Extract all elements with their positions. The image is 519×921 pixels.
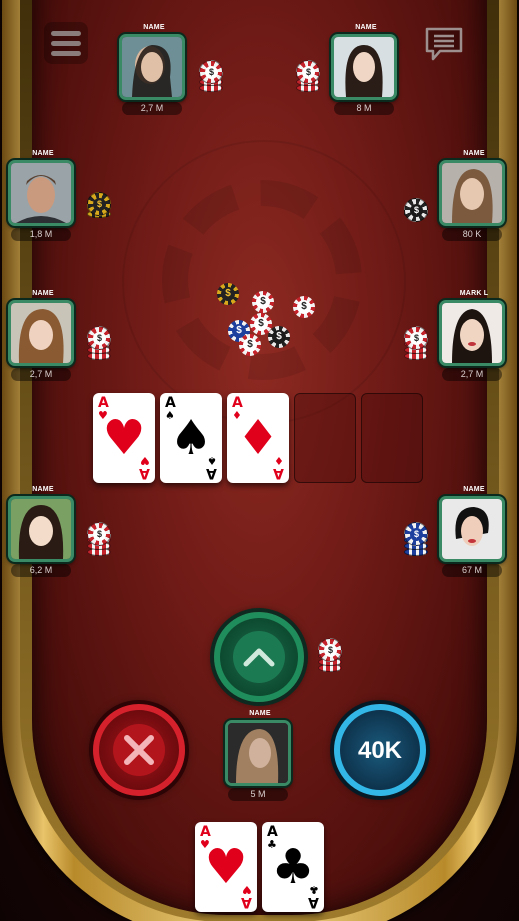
my-name: NAME [249, 710, 271, 717]
poker-table-screen: NAME 2,7 M NAME 8 M NAME 1,8 M NAME 80 K… [0, 0, 519, 921]
player-balance: 8 M [334, 102, 394, 115]
player-bet-chips [404, 324, 428, 364]
hole-card-2[interactable]: A ♣ ♣ ♣ A [262, 822, 324, 912]
player-avatar[interactable] [439, 300, 505, 366]
player-name: NAME [32, 486, 54, 493]
player-balance: 2,7 M [122, 102, 182, 115]
empty-card-slot-turn [294, 393, 356, 483]
player-avatar[interactable] [331, 34, 397, 100]
player-balance: 1,8 M [11, 228, 71, 241]
raise-button[interactable] [214, 612, 304, 702]
player-avatar[interactable] [119, 34, 185, 100]
player-bet-chips [87, 190, 111, 230]
player-balance: 2,7 M [442, 368, 502, 381]
empty-card-slot-river [361, 393, 423, 483]
bet-amount-label: 40K [357, 737, 403, 764]
player-avatar[interactable] [8, 160, 74, 226]
hole-card-1[interactable]: A ♥ ♥ ♥ A [195, 822, 257, 912]
player-name: MARK L [459, 290, 489, 297]
player-balance: 80 K [442, 228, 502, 241]
community-card-2: A ♠ ♠ ♠ A [160, 393, 222, 483]
player-bet-chips [199, 60, 223, 100]
player-name: NAME [32, 150, 54, 157]
player-name: NAME [143, 24, 165, 31]
player-bet-chips [404, 520, 428, 560]
player-avatar[interactable] [8, 496, 74, 562]
player-avatar[interactable] [8, 300, 74, 366]
player-balance: 67 M [442, 564, 502, 577]
player-name: NAME [463, 486, 485, 493]
my-bet-chips [318, 636, 342, 676]
player-name: NAME [463, 150, 485, 157]
player-name: NAME [355, 24, 377, 31]
player-balance: 6,2 M [11, 564, 71, 577]
close-x-icon [113, 724, 165, 776]
bet-amount-button[interactable]: 40K [334, 704, 426, 796]
fold-button[interactable] [93, 704, 185, 796]
hamburger-menu-icon[interactable] [44, 22, 88, 64]
player-bet-chips [296, 60, 320, 100]
community-card-3: A ♦ ♦ ♦ A [227, 393, 289, 483]
chevron-up-icon [233, 631, 285, 683]
my-balance: 5 M [228, 788, 288, 801]
my-avatar[interactable] [225, 720, 291, 786]
player-avatar[interactable] [439, 160, 505, 226]
player-bet-chips [87, 324, 111, 364]
player-balance: 2,7 M [11, 368, 71, 381]
community-card-1: A ♥ ♥ ♥ A [93, 393, 155, 483]
player-bet-chips [87, 520, 111, 560]
player-name: NAME [32, 290, 54, 297]
player-avatar[interactable] [439, 496, 505, 562]
chat-bubble-icon[interactable] [424, 26, 464, 62]
player-bet-chips [404, 196, 428, 236]
